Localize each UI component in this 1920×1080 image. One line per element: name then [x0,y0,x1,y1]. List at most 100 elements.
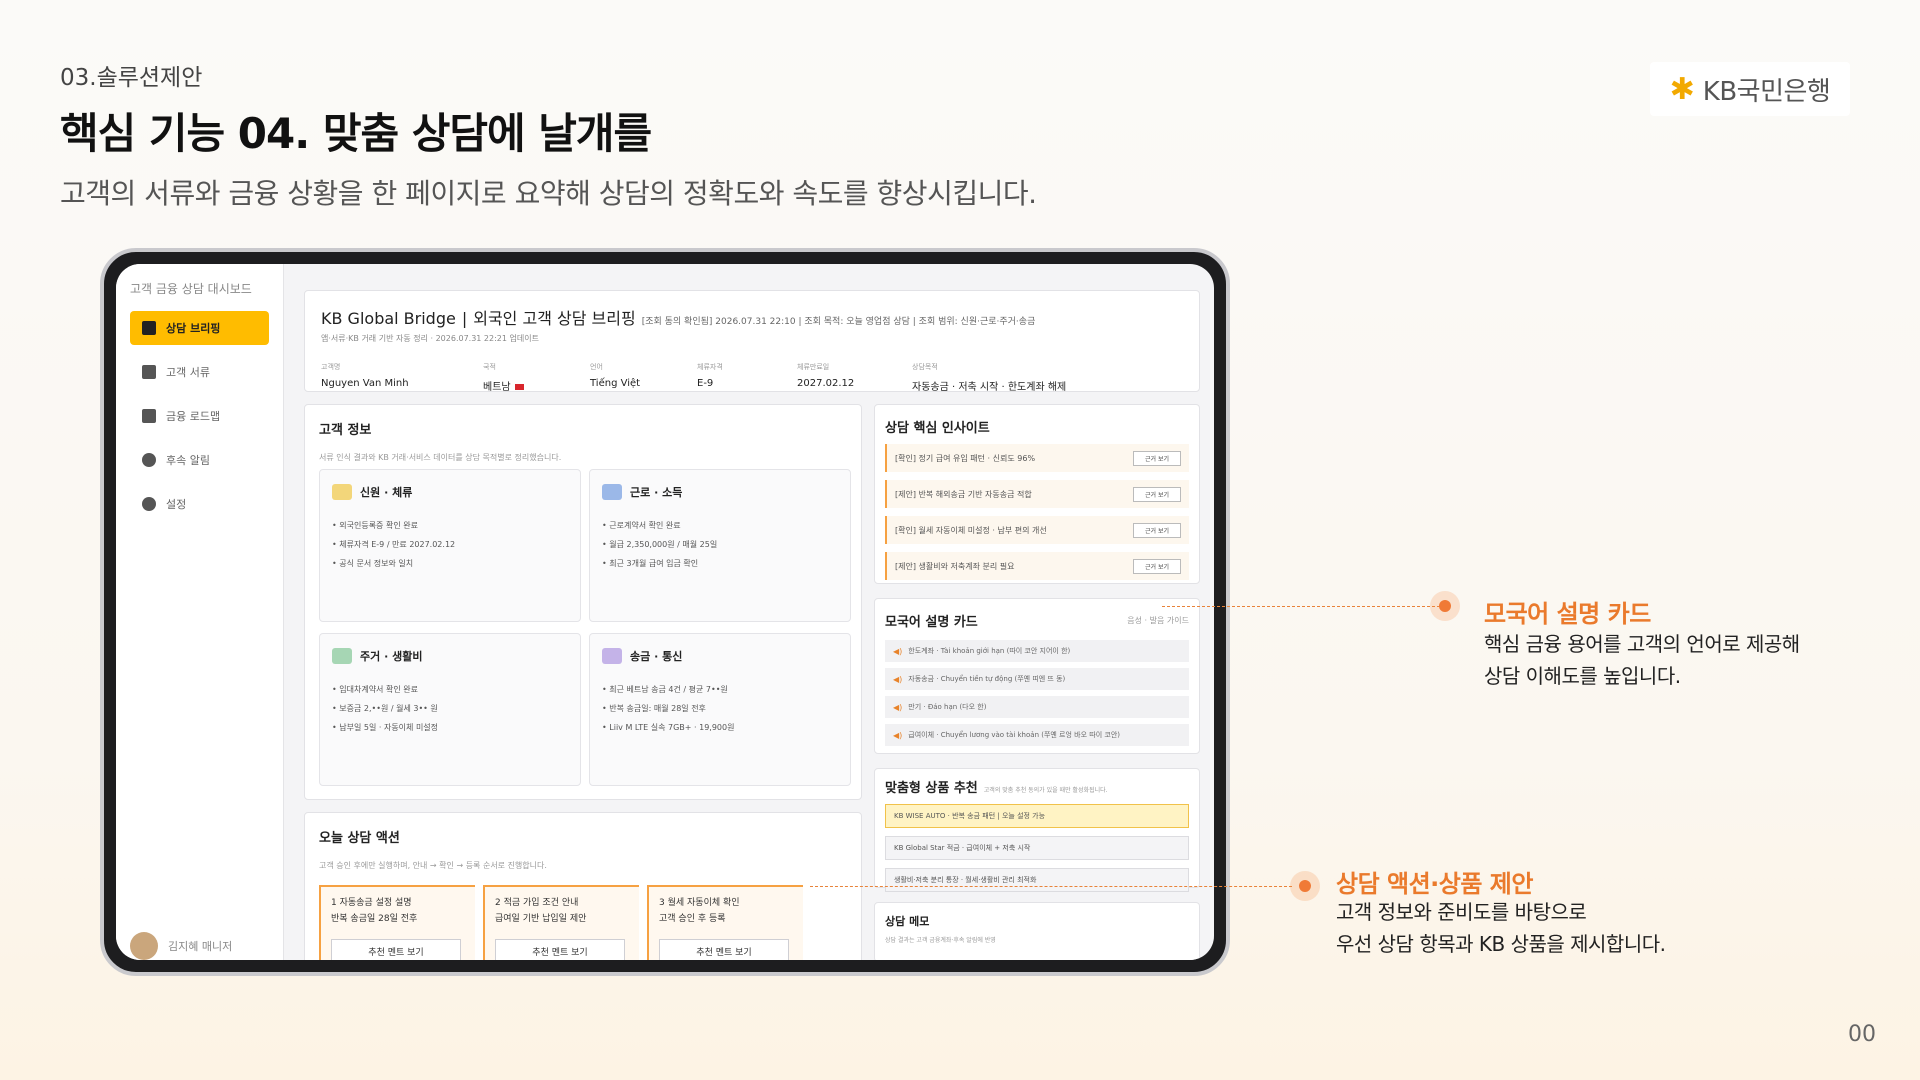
income-card[interactable]: 근로 · 소득 • 근로계약서 확인 완료 • 월급 2,350,000원 / … [589,469,851,622]
evidence-button[interactable]: 근거 보기 [1133,559,1181,574]
sidebar-item-label: 후속 알림 [166,454,210,467]
term-row[interactable]: ◀) 만기 · Đáo hạn (다오 한) [885,696,1189,718]
person-list-icon [332,484,352,500]
recommendation-row[interactable]: KB WISE AUTO · 반복 송금 패턴 | 오늘 설정 가능 [885,804,1189,828]
script-button[interactable]: 추천 멘트 보기 [331,939,461,960]
field-label: 언어 [590,363,603,371]
native-language-title: 모국어 설명 카드 [885,615,978,630]
user-profile[interactable]: 김지혜 매니저 [130,932,232,960]
pronunciation-guide[interactable]: 음성 · 발음 가이드 [1127,615,1189,626]
card-item: • 공식 문서 정보와 일치 [332,559,414,568]
sidebar-item-alerts[interactable]: 후속 알림 [130,443,269,477]
actions-title: 오늘 상담 액션 [319,831,400,846]
avatar [130,932,158,960]
term-text: 급여이체 · Chuyển lương vào tài khoản (쭈옌 르엉… [908,731,1120,739]
card-item: • 체류자격 E-9 / 만료 2027.02.12 [332,540,456,549]
field-purpose: 상담목적 자동송금 · 저축 시작 · 한도계좌 해제 [912,362,1112,393]
customer-info-card: 고객 정보 서류 인식 결과와 KB 거래·서비스 데이터를 상담 목적별로 정… [304,404,862,800]
evidence-button[interactable]: 근거 보기 [1133,487,1181,502]
insight-row: [제안] 생활비와 저축계좌 분리 필요 근거 보기 [885,552,1189,580]
identity-card[interactable]: 신원 · 체류 • 외국인등록증 확인 완료 • 체류자격 E-9 / 만료 2… [319,469,581,622]
briefing-header: KB Global Bridge | 외국인 고객 상담 브리핑 [조회 동의 … [304,290,1200,393]
tablet-frame: 고객 금융 상담 대시보드 상담 브리핑 고객 서류 금융 로드맵 후속 알림 … [100,248,1230,976]
card-item: • 외국인등록증 확인 완료 [332,521,418,530]
card-item: • 납부일 5일 · 자동이체 미설정 [332,723,439,732]
callout-desc-native-language: 핵심 금융 용어를 고객의 언어로 제공해 상담 이해도를 높입니다. [1484,628,1800,692]
term-row[interactable]: ◀) 자동송금 · Chuyển tiền tự động (쭈옌 띠엔 뜨 동) [885,668,1189,690]
insight-text: [확인] 정기 급여 유입 패턴 · 신뢰도 96% [895,453,1036,463]
sidebar: 고객 금융 상담 대시보드 상담 브리핑 고객 서류 금융 로드맵 후속 알림 … [116,264,284,960]
recommendation-row[interactable]: 생활비·저축 분리 통장 · 월세·생활비 관리 최적화 [885,868,1189,892]
speaker-icon[interactable]: ◀) [893,647,902,656]
term-row[interactable]: ◀) 한도계좌 · Tài khoản giới hạn (따이 코안 지어이 한… [885,640,1189,662]
step-detail: 급여일 기반 납입일 제안 [495,914,587,924]
field-label: 국적 [483,363,496,371]
briefing-title: 외국인 고객 상담 브리핑 [473,309,636,328]
remittance-card[interactable]: 송금 · 통신 • 최근 베트남 송금 4건 / 평균 7••원 • 반복 송금… [589,633,851,786]
transfer-icon [602,648,622,664]
evidence-button[interactable]: 근거 보기 [1133,451,1181,466]
callout-line: 우선 상담 항목과 KB 상품을 제시합니다. [1336,932,1666,956]
housing-card[interactable]: 주거 · 생활비 • 임대차계약서 확인 완료 • 보증금 2,••원 / 월세… [319,633,581,786]
home-icon [332,648,352,664]
bell-icon [142,453,156,467]
callout-dot [1430,591,1460,621]
speaker-icon[interactable]: ◀) [893,731,902,740]
briefing-updated: 앱·서류·KB 거래 기반 자동 정리 · 2026.07.31 22:21 업… [321,334,539,343]
recommendation-row[interactable]: KB Global Star 적금 · 급여이체 + 저축 시작 [885,836,1189,860]
field-value: 베트남 [483,378,590,393]
kb-logo: ✱ KB국민은행 [1650,62,1850,116]
script-button[interactable]: 추천 멘트 보기 [495,939,625,960]
sidebar-item-briefing[interactable]: 상담 브리핑 [130,311,269,345]
callout-line: 핵심 금융 용어를 고객의 언어로 제공해 [1484,632,1800,656]
memo-title: 상담 메모 [885,915,930,928]
callout-dot [1290,871,1320,901]
sidebar-item-roadmap[interactable]: 금융 로드맵 [130,399,269,433]
field-value: E-9 [697,378,714,389]
brand-name: KB Global Bridge [321,309,456,328]
term-row[interactable]: ◀) 급여이체 · Chuyển lương vào tài khoản (쭈옌 … [885,724,1189,746]
consult-memo-card[interactable]: 상담 메모 상담 결과는 고객 금융계좌·후속 알림에 반영 [874,902,1200,960]
callout-line: 상담 이해도를 높입니다. [1484,664,1681,688]
callout-desc-actions: 고객 정보와 준비도를 바탕으로 우선 상담 항목과 KB 상품을 제시합니다. [1336,896,1666,960]
field-value: Tiếng Việt [590,378,641,389]
action-step-2: 2 적금 가입 조건 안내 급여일 기반 납입일 제안 추천 멘트 보기 [483,885,639,960]
field-value: Nguyen Van Minh [321,378,409,389]
recommendation-title: 맞춤형 상품 추천 [885,781,978,796]
card-item: • 근로계약서 확인 완료 [602,521,681,530]
insight-text: [확인] 월세 자동이체 미설정 · 납부 편의 개선 [895,525,1047,535]
term-text: 한도계좌 · Tài khoản giới hạn (따이 코안 지어이 한) [908,647,1071,655]
actions-desc: 고객 승인 후에만 실행하며, 안내 → 확인 → 등록 순서로 진행합니다. [319,861,547,870]
sidebar-title: 고객 금융 상담 대시보드 [130,282,252,296]
briefing-icon [142,321,156,335]
speaker-icon[interactable]: ◀) [893,703,902,712]
sidebar-item-label: 상담 브리핑 [166,322,221,335]
speaker-icon[interactable]: ◀) [893,675,902,684]
callout-title-actions: 상담 액션·상품 제안 [1336,870,1533,898]
script-button[interactable]: 추천 멘트 보기 [659,939,789,960]
slide-subtitle: 고객의 서류와 금융 상황을 한 페이지로 요약해 상담의 정확도와 속도를 향… [60,177,1037,210]
card-title: 신원 · 체류 [360,486,413,499]
kb-star-icon: ✱ [1669,71,1695,107]
header-title-row: KB Global Bridge | 외국인 고객 상담 브리핑 [조회 동의 … [321,305,1183,329]
action-step-1: 1 자동송금 설정 설명 반복 송금일 28일 전후 추천 멘트 보기 [319,885,475,960]
today-actions-card: 오늘 상담 액션 고객 승인 후에만 실행하며, 안내 → 확인 → 등록 순서… [304,812,862,960]
term-text: 만기 · Đáo hạn (다오 한) [908,703,987,711]
sidebar-item-settings[interactable]: 설정 [130,487,269,521]
field-value: 2027.02.12 [797,378,855,389]
main-content: KB Global Bridge | 외국인 고객 상담 브리핑 [조회 동의 … [296,264,1214,960]
step-detail: 고객 승인 후 등록 [659,914,726,924]
field-language: 언어 Tiếng Việt [590,362,697,393]
callout-line: 고객 정보와 준비도를 바탕으로 [1336,900,1587,924]
customer-fields: 고객명 Nguyen Van Minh 국적 베트남 언어 Tiếng Việt… [321,362,1183,393]
page-number: 00 [1848,1022,1876,1047]
field-nationality: 국적 베트남 [483,362,590,393]
slide-title: 핵심 기능 04. 맞춤 상담에 날개를 [60,109,652,158]
sidebar-item-label: 금융 로드맵 [166,410,221,423]
field-label: 체류만료일 [797,363,830,371]
map-icon [142,409,156,423]
evidence-button[interactable]: 근거 보기 [1133,523,1181,538]
action-step-3: 3 월세 자동이체 확인 고객 승인 후 등록 추천 멘트 보기 [647,885,803,960]
field-label: 고객명 [321,363,341,371]
sidebar-item-documents[interactable]: 고객 서류 [130,355,269,389]
